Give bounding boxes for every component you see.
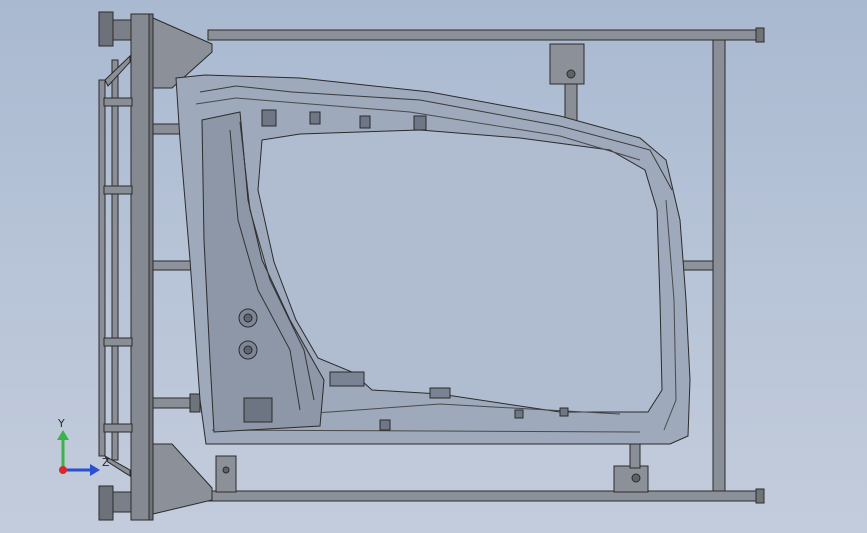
cad-model-scene[interactable]: Y Z bbox=[0, 0, 867, 533]
right-post bbox=[712, 39, 726, 492]
bottom-gusset bbox=[152, 443, 213, 515]
latch-box bbox=[243, 397, 273, 423]
ladder-rail-outer bbox=[98, 79, 106, 457]
triad-z-label: Z bbox=[102, 456, 110, 469]
left-column bbox=[130, 13, 150, 521]
top-support-bracket bbox=[549, 43, 585, 85]
cad-viewport[interactable]: Y Z bbox=[0, 0, 867, 533]
bottom-rail bbox=[207, 490, 757, 502]
triad-origin bbox=[59, 466, 67, 474]
ladder-rail-inner bbox=[111, 59, 119, 461]
door-panel[interactable] bbox=[175, 74, 691, 445]
top-rail bbox=[207, 29, 757, 41]
bottom-support-bracket bbox=[613, 465, 649, 493]
triad-y-label: Y bbox=[57, 417, 65, 430]
